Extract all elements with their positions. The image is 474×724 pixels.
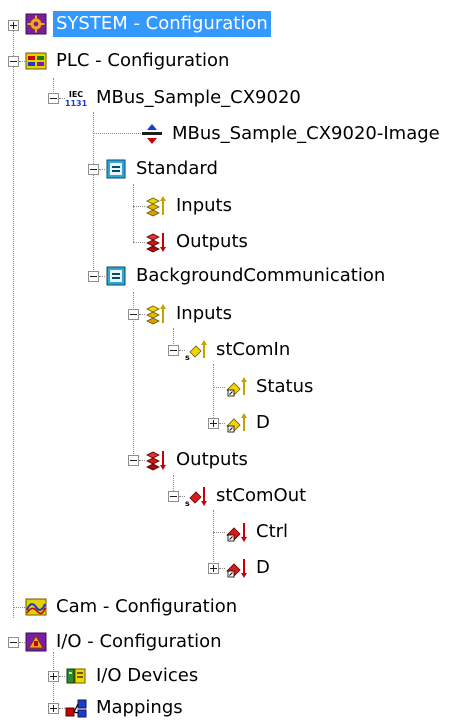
input-variable-icon bbox=[225, 376, 247, 398]
tree-item-stcomout-ctrl[interactable]: Ctrl bbox=[225, 516, 291, 548]
output-variable-icon bbox=[225, 557, 247, 579]
tree-line bbox=[133, 242, 145, 243]
task-icon bbox=[105, 265, 127, 287]
collapse-bg-outputs-button[interactable] bbox=[128, 455, 139, 466]
expand-system-button[interactable] bbox=[8, 20, 19, 31]
mappings-icon bbox=[65, 697, 87, 719]
cam-config-icon bbox=[25, 596, 47, 618]
task-icon bbox=[105, 158, 127, 180]
process-image-icon bbox=[141, 123, 163, 145]
tree-line bbox=[213, 364, 214, 424]
tree-item-label: MBus_Sample_CX9020-Image bbox=[172, 123, 440, 144]
output-struct-icon: s bbox=[185, 485, 207, 507]
tree-line bbox=[133, 184, 134, 242]
tree-item-process-image[interactable]: MBus_Sample_CX9020-Image bbox=[141, 118, 443, 150]
tree-item-label: I/O - Configuration bbox=[56, 631, 222, 652]
tree-line bbox=[213, 510, 214, 570]
tree-line bbox=[213, 387, 225, 388]
iec-project-icon: IEC 1131 bbox=[65, 87, 87, 109]
tree-item-stcomout[interactable]: s stComOut bbox=[185, 480, 309, 512]
tree-item-label: Inputs bbox=[176, 195, 232, 216]
collapse-background-button[interactable] bbox=[88, 271, 99, 282]
tree-item-label: Status bbox=[256, 376, 314, 397]
tree-line bbox=[93, 112, 94, 282]
system-config-icon bbox=[25, 13, 47, 35]
collapse-project-button[interactable] bbox=[48, 93, 59, 104]
collapse-bg-inputs-button[interactable] bbox=[128, 309, 139, 320]
expand-io-devices-button[interactable] bbox=[48, 671, 59, 682]
tree-item-stcomin-d[interactable]: D bbox=[225, 407, 273, 439]
svg-text:s: s bbox=[185, 353, 190, 361]
tree-item-mappings[interactable]: Mappings bbox=[65, 692, 186, 724]
expand-stcomout-d-button[interactable] bbox=[208, 563, 219, 574]
tree-item-label: MBus_Sample_CX9020 bbox=[96, 87, 301, 108]
tree-item-stcomin-status[interactable]: Status bbox=[225, 371, 316, 403]
collapse-standard-button[interactable] bbox=[88, 164, 99, 175]
tree-item-plc-project[interactable]: IEC 1131 MBus_Sample_CX9020 bbox=[65, 82, 304, 114]
tree-item-label: Cam - Configuration bbox=[56, 596, 238, 617]
collapse-stcomout-button[interactable] bbox=[168, 491, 179, 502]
tree-item-label: D bbox=[256, 412, 270, 433]
io-config-icon bbox=[25, 631, 47, 653]
tree-item-label: PLC - Configuration bbox=[56, 50, 230, 71]
tree-item-standard-task[interactable]: Standard bbox=[105, 153, 221, 185]
tree-line bbox=[13, 607, 25, 608]
tree-item-label: stComIn bbox=[216, 339, 291, 360]
input-struct-icon: s bbox=[185, 339, 207, 361]
collapse-io-button[interactable] bbox=[8, 637, 19, 648]
io-devices-icon bbox=[65, 665, 87, 687]
tree-item-stcomin[interactable]: s stComIn bbox=[185, 334, 293, 366]
tree-item-background-task[interactable]: BackgroundCommunication bbox=[105, 260, 388, 292]
tree-item-label: Standard bbox=[136, 158, 218, 179]
collapse-stcomin-button[interactable] bbox=[168, 345, 179, 356]
tree-item-standard-inputs[interactable]: Inputs bbox=[145, 190, 235, 222]
inputs-icon bbox=[145, 195, 167, 217]
tree-line bbox=[133, 206, 145, 207]
tree-item-background-outputs[interactable]: Outputs bbox=[145, 444, 251, 476]
expand-mappings-button[interactable] bbox=[48, 703, 59, 714]
tree-item-io-devices[interactable]: I/O Devices bbox=[65, 660, 201, 692]
svg-text:IEC: IEC bbox=[69, 90, 83, 99]
outputs-icon bbox=[145, 231, 167, 253]
tree-item-system[interactable]: SYSTEM - Configuration bbox=[25, 8, 271, 40]
svg-text:s: s bbox=[185, 499, 190, 507]
tree-item-cam[interactable]: Cam - Configuration bbox=[25, 591, 240, 623]
input-variable-icon bbox=[225, 412, 247, 434]
inputs-icon bbox=[145, 303, 167, 325]
output-variable-icon bbox=[225, 521, 247, 543]
tree-item-label: BackgroundCommunication bbox=[136, 265, 386, 286]
tree-item-label: Inputs bbox=[176, 303, 232, 324]
tree-line bbox=[93, 133, 141, 134]
tree-line bbox=[13, 23, 14, 618]
tree-item-label: Outputs bbox=[176, 449, 248, 470]
tree-item-label: Mappings bbox=[96, 697, 183, 718]
collapse-plc-button[interactable] bbox=[8, 56, 19, 67]
tree-item-label: SYSTEM - Configuration bbox=[53, 11, 271, 37]
svg-text:1131: 1131 bbox=[65, 99, 87, 108]
expand-stcomin-d-button[interactable] bbox=[208, 418, 219, 429]
tree-item-label: Ctrl bbox=[256, 521, 289, 542]
tree-item-background-inputs[interactable]: Inputs bbox=[145, 298, 235, 330]
outputs-icon bbox=[145, 449, 167, 471]
tree-item-io[interactable]: I/O - Configuration bbox=[25, 626, 225, 658]
configuration-tree: SYSTEM - Configuration PLC - Configurati… bbox=[0, 0, 474, 724]
tree-item-label: I/O Devices bbox=[96, 665, 199, 686]
tree-item-label: stComOut bbox=[216, 485, 307, 506]
plc-config-icon bbox=[25, 50, 47, 72]
tree-item-label: D bbox=[256, 557, 270, 578]
tree-item-label: Outputs bbox=[176, 231, 248, 252]
tree-item-plc[interactable]: PLC - Configuration bbox=[25, 45, 232, 77]
tree-item-stcomout-d[interactable]: D bbox=[225, 552, 273, 584]
tree-line bbox=[213, 532, 225, 533]
tree-item-standard-outputs[interactable]: Outputs bbox=[145, 226, 251, 258]
